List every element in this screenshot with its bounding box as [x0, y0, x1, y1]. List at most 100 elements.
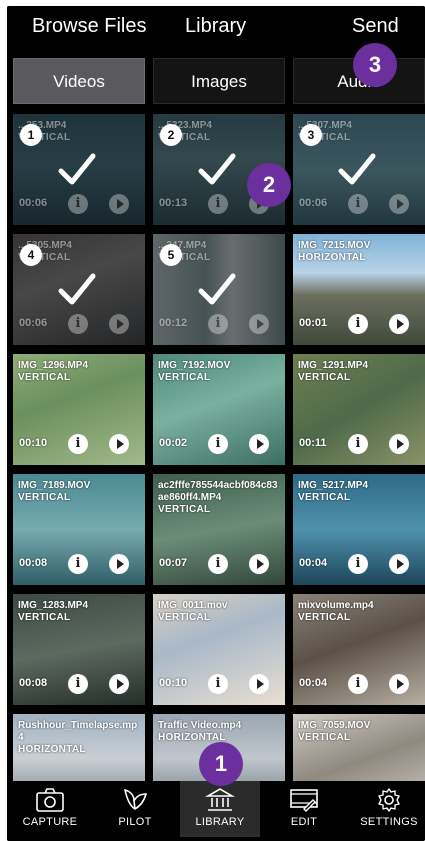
video-thumbnail[interactable]: IMG_0011.mov VERTICAL 00:10 i	[153, 594, 285, 705]
info-icon[interactable]: i	[348, 194, 368, 214]
duration-label: 00:08	[19, 677, 48, 689]
video-thumbnail[interactable]: IMG_7059.MOV VERTICAL	[293, 714, 425, 784]
info-icon[interactable]: i	[208, 194, 228, 214]
video-thumbnail[interactable]: ...5307.MP4 VERTICAL 00:06 i 3	[293, 114, 425, 225]
send-button[interactable]: Send	[352, 15, 399, 38]
video-thumbnail[interactable]: IMG_7215.MOV HORIZONTAL 00:01 i	[293, 234, 425, 345]
callout-badge-3: 3	[353, 43, 397, 87]
orientation-label: VERTICAL	[18, 492, 71, 503]
orientation-label: VERTICAL	[298, 612, 351, 623]
file-name-text: IMG_7215.MOV	[298, 240, 371, 251]
file-name-text: ac2fffe785544acbf084c83ae860ff4.MP4	[158, 480, 278, 503]
video-thumbnail[interactable]: ...353.MP4 VERTICAL 00:06 i 1	[13, 114, 145, 225]
play-icon[interactable]	[249, 674, 269, 694]
top-bar: Browse Files Library Send	[7, 6, 425, 50]
file-name-text: IMG_5217.MP4	[298, 480, 369, 491]
video-thumbnail[interactable]: IMG_7192.MOV VERTICAL 00:02 i	[153, 354, 285, 465]
tab-images[interactable]: Images	[153, 58, 285, 104]
orientation-label: VERTICAL	[298, 492, 351, 503]
orientation-label: HORIZONTAL	[298, 252, 366, 263]
nav-settings[interactable]: SETTINGS	[349, 781, 425, 837]
info-icon[interactable]: i	[68, 554, 88, 574]
gear-icon	[378, 788, 400, 812]
duration-label: 00:13	[159, 197, 188, 209]
play-icon[interactable]	[389, 314, 409, 334]
file-name-text: IMG_7192.MOV	[158, 360, 231, 371]
info-icon[interactable]: i	[348, 434, 368, 454]
orientation-label: VERTICAL	[18, 612, 71, 623]
callout-badge-1: 1	[199, 742, 243, 786]
nav-settings-label: SETTINGS	[360, 816, 418, 828]
info-icon[interactable]: i	[68, 434, 88, 454]
orientation-label: VERTICAL	[158, 372, 211, 383]
file-name-text: IMG_0011.mov	[158, 600, 228, 611]
nav-library[interactable]: LIBRARY	[180, 781, 260, 837]
duration-label: 00:02	[159, 437, 188, 449]
nav-pilot[interactable]: PILOT	[95, 781, 175, 837]
info-icon[interactable]: i	[68, 194, 88, 214]
file-name: Traffic Video.mp4 HORIZONTAL	[158, 720, 280, 744]
file-name-text: IMG_1283.MP4	[18, 600, 89, 611]
bottom-navigation: CAPTURE PILOT LIBRARY EDIT SETTINGS	[7, 781, 425, 841]
file-name-text: Traffic Video.mp4	[158, 720, 242, 731]
video-thumbnail[interactable]: IMG_1291.MP4 VERTICAL 00:11 i	[293, 354, 425, 465]
duration-label: 00:06	[19, 197, 48, 209]
tab-videos[interactable]: Videos	[13, 58, 145, 104]
nav-edit[interactable]: EDIT	[264, 781, 344, 837]
video-thumbnail[interactable]: mixvolume.mp4 VERTICAL 00:04 i	[293, 594, 425, 705]
play-icon[interactable]	[109, 674, 129, 694]
video-thumbnail[interactable]: ac2fffe785544acbf084c83ae860ff4.MP4 VERTI…	[153, 474, 285, 585]
info-icon[interactable]: i	[348, 554, 368, 574]
phone-screen: Browse Files Library Send Videos Images …	[7, 6, 425, 841]
file-name: IMG_1283.MP4 VERTICAL	[18, 600, 140, 624]
selection-order-badge: 4	[20, 244, 42, 266]
library-title: Library	[185, 15, 247, 37]
play-icon[interactable]	[109, 314, 129, 334]
orientation-label: HORIZONTAL	[18, 744, 86, 755]
nav-library-label: LIBRARY	[195, 816, 245, 828]
nav-capture-label: CAPTURE	[22, 816, 78, 828]
play-icon[interactable]	[249, 314, 269, 334]
file-name: IMG_7189.MOV VERTICAL	[18, 480, 140, 504]
play-icon[interactable]	[389, 674, 409, 694]
file-name: mixvolume.mp4 VERTICAL	[298, 600, 420, 624]
play-icon[interactable]	[249, 554, 269, 574]
nav-capture[interactable]: CAPTURE	[10, 781, 90, 837]
play-icon[interactable]	[389, 554, 409, 574]
play-icon[interactable]	[109, 554, 129, 574]
video-thumbnail[interactable]: IMG_7189.MOV VERTICAL 00:08 i	[13, 474, 145, 585]
video-thumbnail[interactable]: ...5305.MP4 VERTICAL 00:06 i 4	[13, 234, 145, 345]
info-icon[interactable]: i	[208, 554, 228, 574]
video-thumbnail[interactable]: IMG_1296.MP4 VERTICAL 00:10 i	[13, 354, 145, 465]
info-icon[interactable]: i	[348, 314, 368, 334]
video-thumbnail[interactable]: IMG_5217.MP4 VERTICAL 00:04 i	[293, 474, 425, 585]
duration-label: 00:06	[19, 317, 48, 329]
play-icon[interactable]	[109, 434, 129, 454]
play-icon[interactable]	[249, 434, 269, 454]
file-name: IMG_7059.MOV VERTICAL	[298, 720, 420, 744]
file-name-text: IMG_1296.MP4	[18, 360, 89, 371]
video-thumbnail[interactable]: Rushhour_Timelapse.mp4 HORIZONTAL	[13, 714, 145, 784]
nav-edit-label: EDIT	[290, 816, 318, 828]
browse-files-button[interactable]: Browse Files	[32, 15, 146, 38]
info-icon[interactable]: i	[68, 674, 88, 694]
file-name: IMG_7215.MOV HORIZONTAL	[298, 240, 420, 264]
file-name: IMG_0011.mov VERTICAL	[158, 600, 280, 624]
play-icon[interactable]	[389, 194, 409, 214]
info-icon[interactable]: i	[208, 674, 228, 694]
duration-label: 00:06	[299, 197, 328, 209]
info-icon[interactable]: i	[68, 314, 88, 334]
duration-label: 00:11	[299, 437, 327, 449]
play-icon[interactable]	[109, 194, 129, 214]
nav-pilot-label: PILOT	[118, 816, 152, 828]
duration-label: 00:10	[19, 437, 48, 449]
video-thumbnail[interactable]: ...247.MP4 VERTICAL 00:12 i 5	[153, 234, 285, 345]
play-icon[interactable]	[389, 434, 409, 454]
info-icon[interactable]: i	[348, 674, 368, 694]
info-icon[interactable]: i	[208, 314, 228, 334]
video-thumbnail[interactable]: IMG_1283.MP4 VERTICAL 00:08 i	[13, 594, 145, 705]
info-icon[interactable]: i	[208, 434, 228, 454]
checkmark-icon	[198, 273, 236, 305]
video-grid: ...353.MP4 VERTICAL 00:06 i 1 ...5323.MP4 VERT…	[7, 114, 425, 784]
selection-order-badge: 3	[300, 124, 322, 146]
